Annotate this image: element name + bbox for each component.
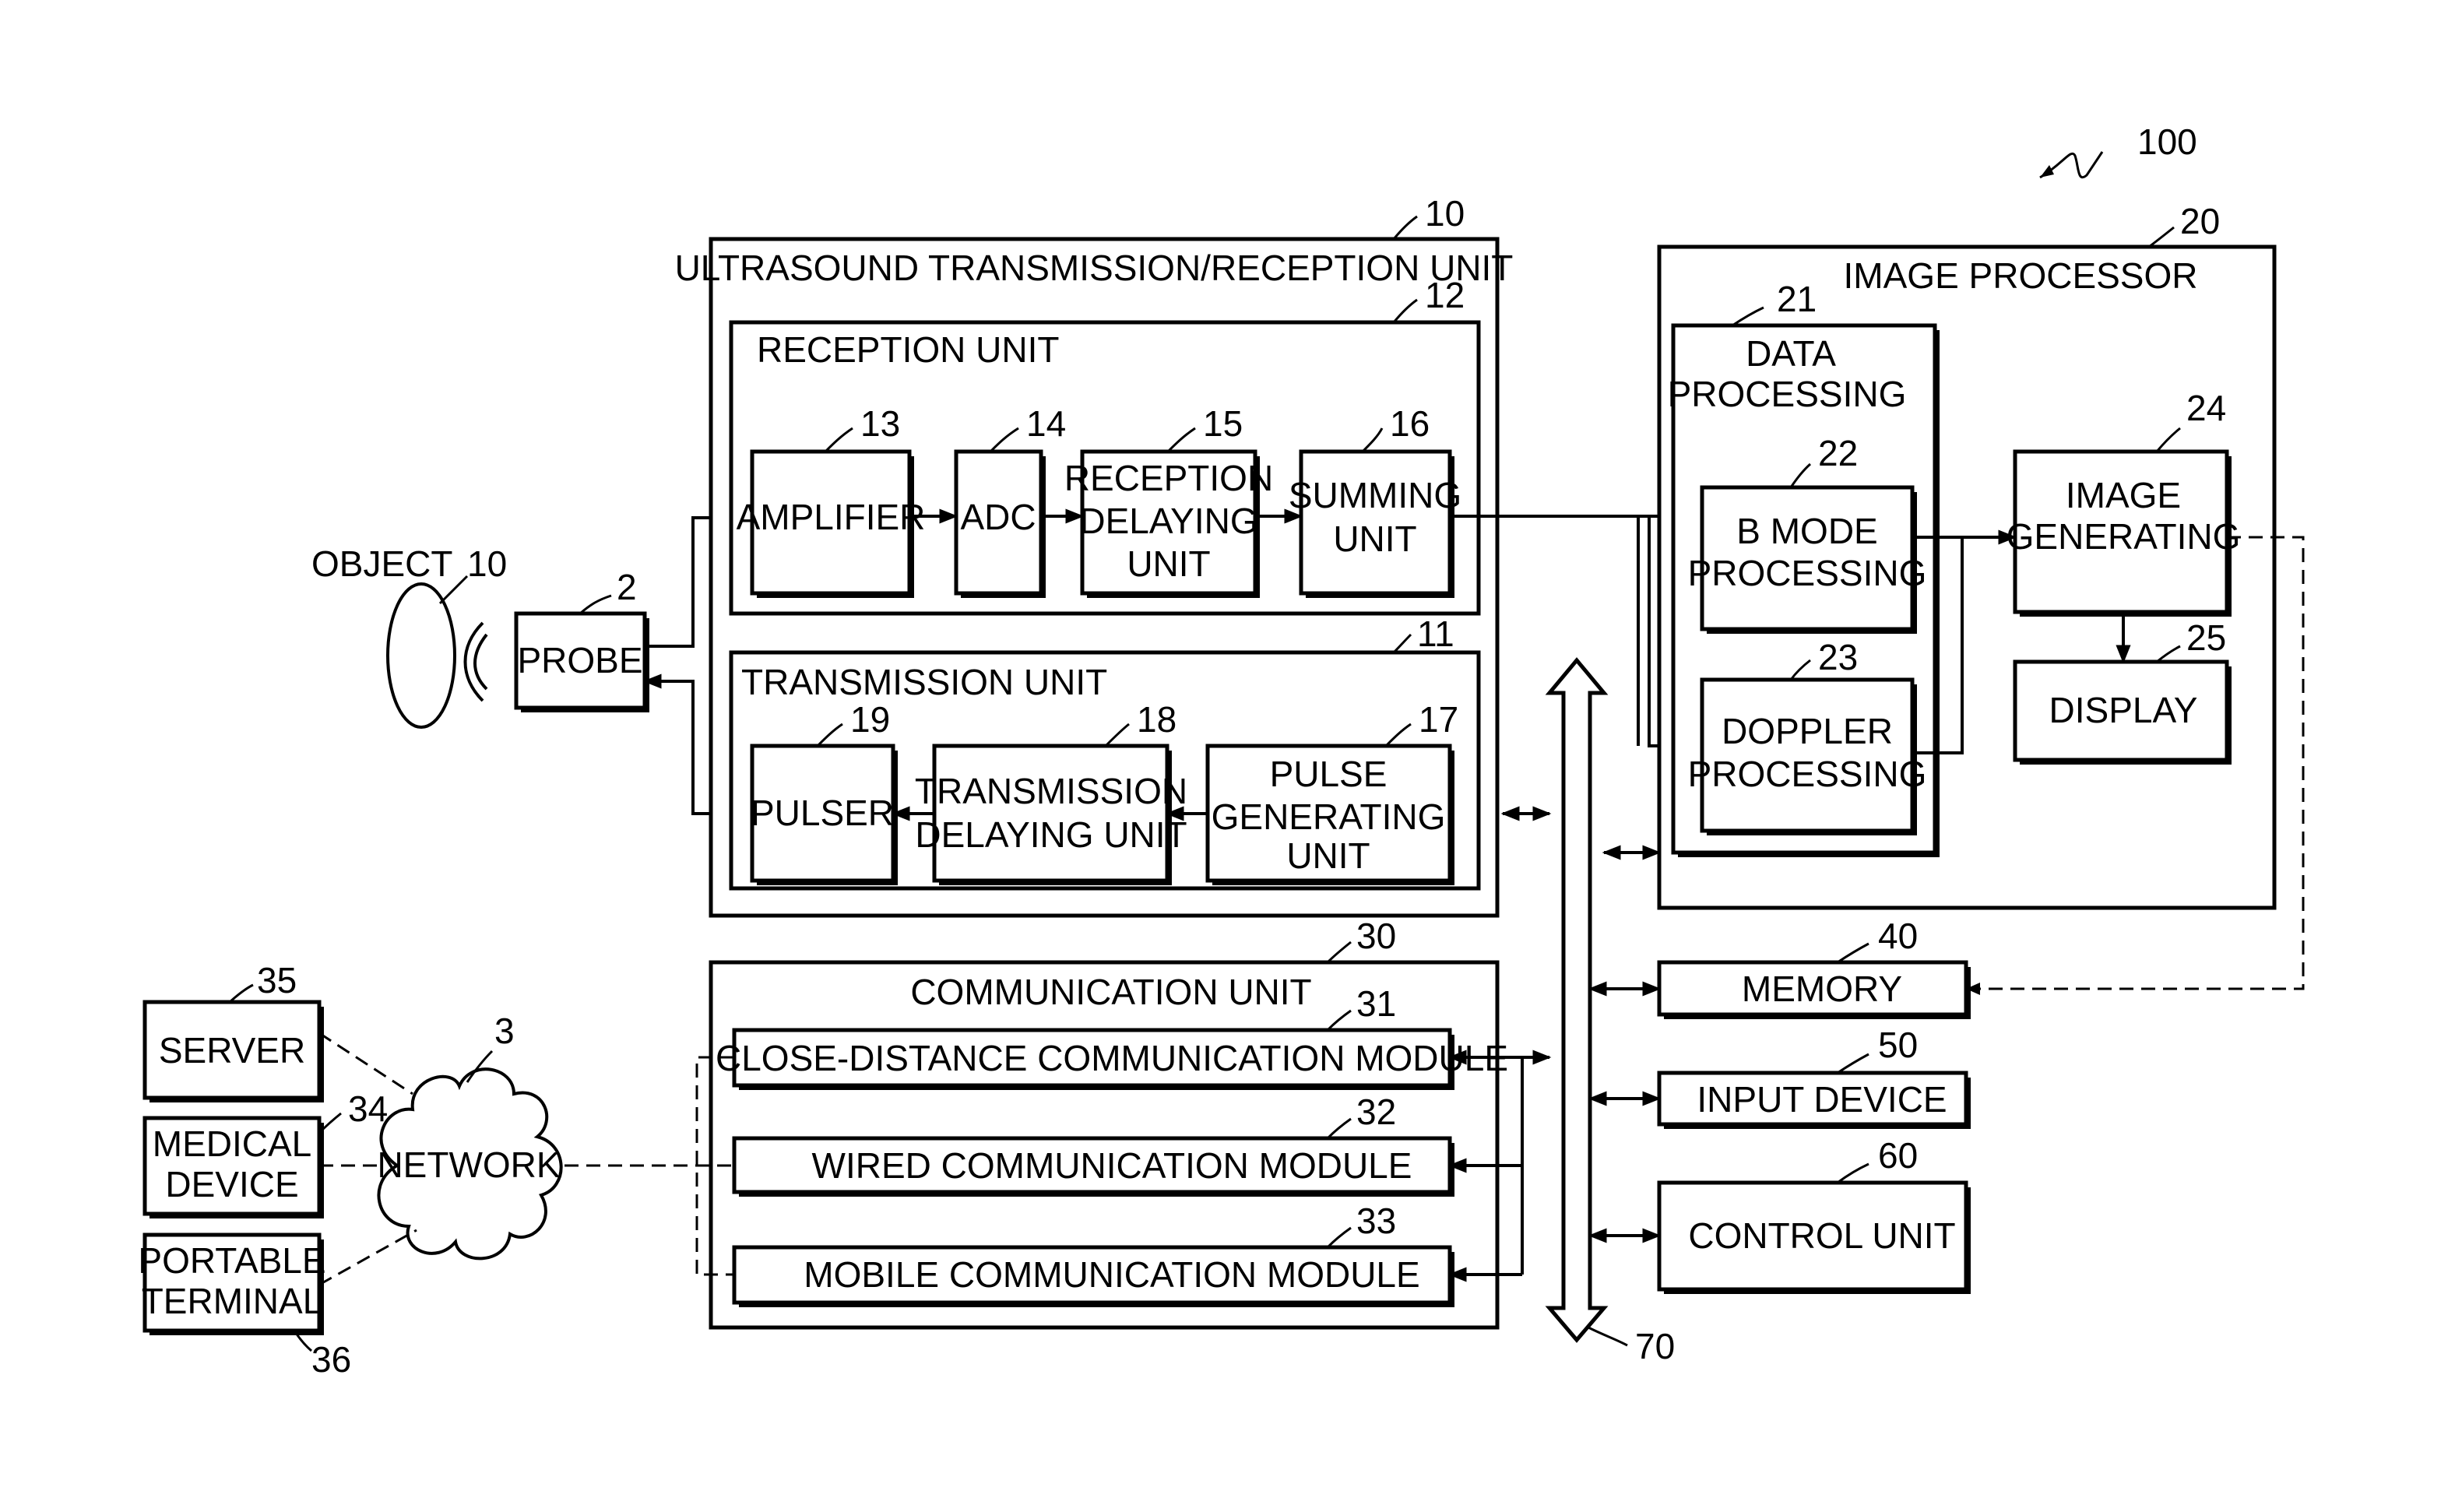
memory-ref: 40 xyxy=(1878,916,1918,956)
probe-ref: 2 xyxy=(617,567,637,607)
network-cloud[interactable]: NETWORK 3 xyxy=(377,1011,563,1261)
object-ref: 10 xyxy=(467,543,507,584)
probe-block[interactable]: PROBE 2 xyxy=(514,567,649,712)
communication-unit-ref: 30 xyxy=(1356,916,1396,956)
portable-terminal-block[interactable]: PORTABLE TERMINAL 36 xyxy=(138,1232,351,1380)
summing-line1: SUMMING xyxy=(1289,475,1461,515)
adc-ref: 14 xyxy=(1026,403,1066,444)
server-block[interactable]: SERVER 35 xyxy=(142,960,324,1102)
ultrasound-unit-ref: 10 xyxy=(1425,193,1465,234)
doppler-line2: PROCESSING xyxy=(1688,754,1927,794)
medical-device-line1: MEDICAL xyxy=(153,1123,311,1164)
server-network-dashed-link xyxy=(318,1032,413,1095)
pulse-generating-line2: GENERATING xyxy=(1212,796,1446,837)
portable-network-dashed-link xyxy=(318,1229,417,1286)
amplifier-ref: 13 xyxy=(860,403,900,444)
transmission-delaying-ref: 18 xyxy=(1137,699,1177,740)
data-processing-ref: 21 xyxy=(1777,279,1817,319)
close-distance-ref: 31 xyxy=(1356,983,1396,1024)
reception-delaying-line1: RECEPTION xyxy=(1064,458,1273,498)
b-mode-line1: B MODE xyxy=(1736,511,1877,551)
image-generating-line1: IMAGE xyxy=(2066,475,2181,515)
figure-ref-number: 100 xyxy=(2137,121,2197,162)
adc-label: ADC xyxy=(960,497,1036,537)
reception-delaying-ref: 15 xyxy=(1203,403,1243,444)
medical-device-ref: 34 xyxy=(348,1088,388,1129)
pulse-generating-line1: PULSE xyxy=(1270,754,1388,794)
medical-device-block[interactable]: MEDICAL DEVICE 34 xyxy=(142,1088,388,1218)
portable-terminal-ref: 36 xyxy=(311,1339,351,1380)
transmission-delaying-line2: DELAYING UNIT xyxy=(915,814,1187,855)
data-processing-line1: DATA xyxy=(1746,333,1836,374)
b-mode-ref: 22 xyxy=(1818,433,1858,473)
reception-unit-ref: 12 xyxy=(1425,275,1465,315)
network-ref: 3 xyxy=(494,1011,515,1051)
server-ref: 35 xyxy=(257,960,297,1000)
pulse-generating-line3: UNIT xyxy=(1286,835,1370,876)
b-mode-line2: PROCESSING xyxy=(1688,553,1927,593)
image-processor-title: IMAGE PROCESSOR xyxy=(1844,255,2198,296)
wired-ref: 32 xyxy=(1356,1092,1396,1132)
control-unit-ref: 60 xyxy=(1878,1135,1918,1176)
reception-delaying-line2: DELAYING xyxy=(1079,501,1257,541)
wired-label: WIRED COMMUNICATION MODULE xyxy=(812,1145,1412,1186)
summing-line2: UNIT xyxy=(1333,519,1416,559)
input-device-block[interactable]: INPUT DEVICE 50 xyxy=(1657,1025,1971,1129)
bus-ref: 70 xyxy=(1635,1326,1675,1366)
communication-unit-title: COMMUNICATION UNIT xyxy=(910,972,1311,1012)
input-device-label: INPUT DEVICE xyxy=(1697,1079,1947,1120)
doppler-line1: DOPPLER xyxy=(1722,711,1893,751)
portable-terminal-line2: TERMINAL xyxy=(142,1281,323,1321)
server-label: SERVER xyxy=(159,1030,305,1071)
object: OBJECT 10 xyxy=(311,543,507,729)
control-unit-block[interactable]: CONTROL UNIT 60 xyxy=(1657,1135,1971,1294)
data-processing-line2: PROCESSING xyxy=(1668,374,1907,414)
mobile-ref: 33 xyxy=(1356,1201,1396,1241)
display-ref: 25 xyxy=(2186,617,2226,658)
control-unit-label: CONTROL UNIT xyxy=(1688,1215,1955,1256)
pulser-label: PULSER xyxy=(751,793,894,833)
mobile-label: MOBILE COMMUNICATION MODULE xyxy=(804,1254,1419,1295)
transmission-delaying-line1: TRANSMISSION xyxy=(915,771,1187,811)
object-label: OBJECT xyxy=(311,543,452,584)
block-diagram: 100 OBJECT 10 PROBE 2 ULTRASOUND TRANSMI… xyxy=(138,121,2305,1380)
probe-label: PROBE xyxy=(517,640,642,680)
medical-device-line2: DEVICE xyxy=(165,1164,298,1204)
ultrasound-wave-inner xyxy=(473,633,488,691)
pulser-ref: 19 xyxy=(850,699,890,740)
input-device-ref: 50 xyxy=(1878,1025,1918,1065)
summing-ref: 16 xyxy=(1390,403,1430,444)
close-distance-label: CLOSE-DISTANCE COMMUNICATION MODULE xyxy=(716,1038,1508,1078)
doppler-ref: 23 xyxy=(1818,637,1858,677)
display-label: DISPLAY xyxy=(2049,690,2198,730)
portable-terminal-line1: PORTABLE xyxy=(138,1240,325,1281)
image-generating-line2: GENERATING xyxy=(2007,516,2241,557)
figure-reference: 100 xyxy=(2039,121,2197,179)
pulse-generating-ref: 17 xyxy=(1419,699,1458,740)
network-label: NETWORK xyxy=(377,1145,560,1185)
transmission-unit-ref: 11 xyxy=(1417,614,1454,654)
image-generating-ref: 24 xyxy=(2186,388,2226,428)
transmission-unit-title: TRANSMISSION UNIT xyxy=(741,662,1107,702)
ultrasound-unit-title: ULTRASOUND TRANSMISSION/RECEPTION UNIT xyxy=(675,248,1514,288)
reception-unit-title: RECEPTION UNIT xyxy=(757,329,1059,370)
object-ellipse xyxy=(386,582,456,729)
reception-delaying-line3: UNIT xyxy=(1127,543,1210,584)
memory-label: MEMORY xyxy=(1742,969,1902,1009)
amplifier-label: AMPLIFIER xyxy=(737,497,926,537)
image-processor-ref: 20 xyxy=(2180,201,2220,241)
system-bus: 70 xyxy=(1545,657,1675,1366)
bus-double-arrow xyxy=(1545,657,1609,1343)
memory-block[interactable]: MEMORY 40 xyxy=(1657,916,1971,1019)
